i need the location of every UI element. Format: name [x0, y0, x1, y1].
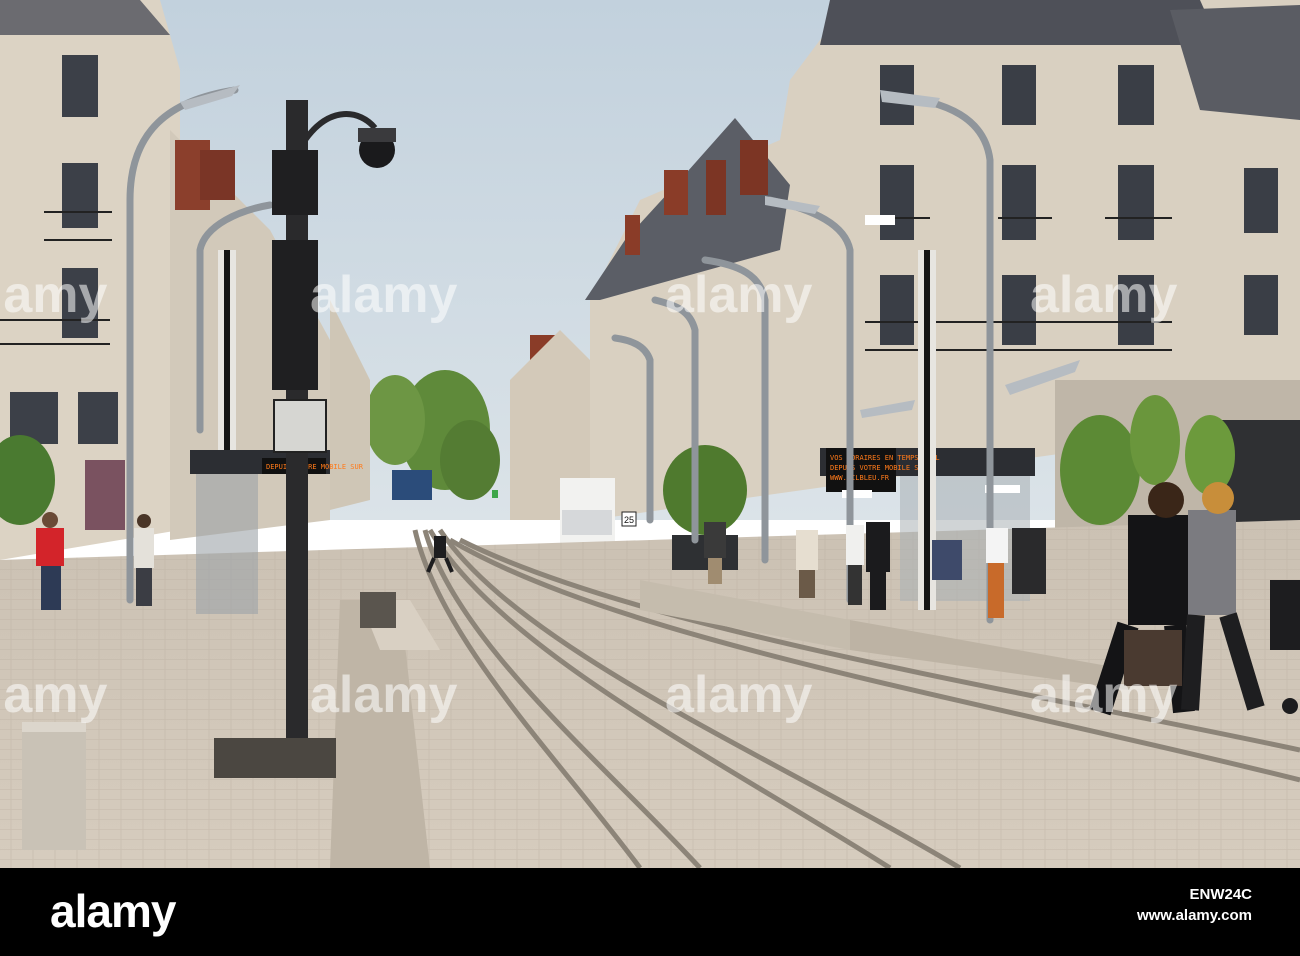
image-id-block: ENW24C www.alamy.com	[1137, 886, 1252, 924]
alamy-logo: alamy	[50, 885, 176, 937]
shelter-sign-left: DEPUIS VOTRE MOBILE SUR	[266, 463, 364, 471]
watermark-text: alamy	[0, 666, 108, 724]
route-number: 25	[624, 515, 634, 525]
stock-photo: DEPUIS VOTRE MOBILE SUR VOS HORAIRES EN …	[0, 0, 1300, 956]
watermark-text: alamy	[310, 666, 458, 724]
alamy-footer: alamy ENW24C www.alamy.com	[0, 868, 1300, 956]
watermark-text: alamy	[0, 266, 108, 324]
site-url: www.alamy.com	[1136, 907, 1252, 924]
image-id: ENW24C	[1189, 886, 1252, 903]
watermark-text: alamy	[1030, 666, 1178, 724]
shelter-sign-right-2: DEPUIS VOTRE MOBILE SUR	[830, 464, 928, 472]
shelter-sign-right-3: WWW.FILBLEU.FR	[830, 474, 890, 482]
watermark-text: alamy	[665, 266, 813, 324]
watermark-text: alamy	[665, 666, 813, 724]
watermark-text: alamy	[1030, 266, 1178, 324]
watermark-text: alamy	[310, 266, 458, 324]
street-photo: DEPUIS VOTRE MOBILE SUR VOS HORAIRES EN …	[0, 0, 1300, 868]
